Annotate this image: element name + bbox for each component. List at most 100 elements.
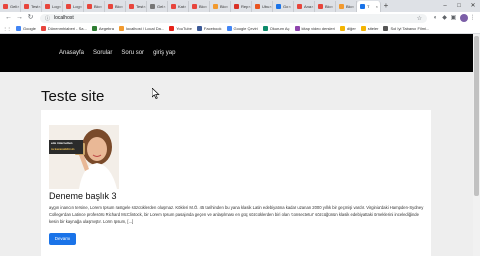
close-tab-icon[interactable]: × [38, 4, 40, 9]
nav-link-login[interactable]: giriş yap [153, 50, 175, 56]
close-tab-icon[interactable]: × [80, 4, 82, 9]
browser-tab[interactable]: Blo × [315, 1, 336, 12]
browser-tab[interactable]: Go × [273, 1, 294, 12]
read-more-button[interactable]: Devamı [49, 233, 76, 245]
apps-icon[interactable]: ⋮⋮ [3, 26, 11, 31]
extension-icon[interactable]: ◐ [431, 14, 440, 23]
tab-label: Log [73, 4, 80, 9]
menu-icon[interactable]: ⋮ [468, 14, 477, 23]
browser-tab[interactable]: Log × [63, 1, 84, 12]
nav-link-questions[interactable]: Sorular [93, 50, 112, 56]
browser-tab[interactable]: Blo × [210, 1, 231, 12]
browser-tab[interactable]: Blo × [84, 1, 105, 12]
close-tab-icon[interactable]: × [59, 4, 61, 9]
bookmark-item[interactable]: YouTube [169, 26, 192, 31]
close-tab-icon[interactable]: × [226, 4, 228, 9]
extension-icon[interactable]: ▣ [449, 14, 458, 23]
favicon-icon [297, 4, 302, 9]
favicon-icon [66, 4, 71, 9]
browser-tab[interactable]: Log × [42, 1, 63, 12]
favicon-icon [171, 4, 176, 9]
avatar[interactable] [460, 14, 468, 22]
tab-label: T [367, 4, 370, 9]
tab-label: Ana [304, 4, 312, 9]
browser-tab[interactable]: Gel × [147, 1, 168, 12]
bookmark-label: localhost / Local Da... [125, 26, 165, 31]
bookmark-item[interactable]: Dünenmhiaberi - Sa... [40, 26, 87, 31]
browser-tab[interactable]: Blo × [105, 1, 126, 12]
star-icon[interactable]: ☆ [417, 15, 422, 22]
browser-tab[interactable]: Kat × [168, 1, 189, 12]
bookmark-item[interactable]: Aegebra [91, 26, 114, 31]
favicon-icon [118, 26, 124, 31]
close-window-button[interactable]: ✕ [466, 0, 480, 12]
tab-label: Go [283, 4, 289, 9]
page-scrollbar[interactable] [473, 34, 480, 256]
forward-icon[interactable]: → [14, 13, 25, 23]
bookmark-label: Dünenmhiaberi - Sa... [47, 26, 87, 31]
favicon-icon [45, 4, 50, 9]
nav-link-home[interactable]: Anasayfa [59, 50, 84, 56]
bookmark-label: Sol Iyi Tabancı Filmi... [390, 26, 430, 31]
close-tab-icon[interactable]: × [143, 4, 145, 9]
close-tab-icon[interactable]: × [289, 4, 291, 9]
close-tab-icon[interactable]: × [17, 4, 19, 9]
bookmark-item[interactable]: Sol Iyi Tabancı Filmi... [383, 26, 429, 31]
close-tab-icon[interactable]: × [269, 4, 271, 9]
browser-tab[interactable]: Test × [21, 1, 42, 12]
bookmark-label: diğer [346, 26, 356, 31]
close-tab-icon[interactable]: × [100, 4, 102, 9]
post-title[interactable]: Deneme başlık 3 [49, 191, 117, 201]
close-tab-icon[interactable]: × [205, 4, 207, 9]
close-tab-icon[interactable]: × [163, 4, 165, 9]
new-tab-button[interactable]: + [381, 1, 391, 12]
close-tab-icon[interactable]: × [311, 4, 313, 9]
browser-toolbar: ← → ↻ ⓘ localhost ☆ ◐ ◆ ▣ ⋮ [0, 12, 480, 24]
browser-tab[interactable]: Blo × [189, 1, 210, 12]
minimize-button[interactable]: – [438, 0, 452, 12]
back-icon[interactable]: ← [3, 13, 14, 23]
bookmark-item[interactable]: kitap video dersleri [294, 26, 335, 31]
bookmark-item[interactable]: localhost / Local Da... [118, 26, 165, 31]
bookmark-item[interactable]: Facebook [196, 26, 222, 31]
page-title: Teste site [41, 88, 105, 105]
favicon-icon [262, 26, 268, 31]
favicon-icon [294, 26, 300, 31]
nav-link-ask[interactable]: Soru sor [121, 50, 144, 56]
address-bar[interactable]: ⓘ localhost ☆ [40, 13, 427, 23]
favicon-icon [40, 26, 46, 31]
mouse-cursor-icon [152, 88, 160, 99]
bookmark-label: Okurum Aç [269, 26, 290, 31]
browser-tab[interactable]: Geli × [0, 1, 21, 12]
bookmark-item[interactable]: Okurum Aç [262, 26, 290, 31]
reload-icon[interactable]: ↻ [25, 13, 36, 23]
bookmarks-bar: ⋮⋮ Google Dünenmhiaberi - Sa... Aegebra loca… [0, 24, 480, 34]
bookmark-item[interactable]: diğer [339, 26, 356, 31]
browser-tab[interactable]: Ana × [294, 1, 315, 12]
bookmark-item[interactable]: Google Çeviri [226, 26, 258, 31]
browser-tab[interactable]: T × [357, 1, 381, 12]
favicon-icon [234, 4, 239, 9]
browser-tab[interactable]: Blo × [336, 1, 357, 12]
scrollbar-thumb[interactable] [474, 36, 479, 196]
close-tab-icon[interactable]: × [121, 4, 123, 9]
close-tab-icon[interactable]: × [352, 4, 354, 9]
favicon-icon [24, 4, 29, 9]
maximize-button[interactable]: □ [452, 0, 466, 12]
favicon-icon [276, 4, 281, 9]
close-tab-icon[interactable]: × [376, 4, 378, 9]
favicon-icon [150, 4, 155, 9]
favicon-icon [255, 4, 260, 9]
bookmark-item[interactable]: siteler [360, 26, 378, 31]
browser-tab[interactable]: Rep × [231, 1, 252, 12]
site-navbar: Anasayfa Sorular Soru sor giriş yap [0, 34, 480, 72]
browser-tab[interactable]: Ubu × [252, 1, 273, 12]
close-tab-icon[interactable]: × [331, 4, 333, 9]
extension-icon[interactable]: ◆ [440, 14, 449, 23]
close-tab-icon[interactable]: × [248, 4, 250, 9]
bookmark-item[interactable]: Google [16, 26, 36, 31]
tab-label: Test [31, 4, 39, 9]
browser-tab[interactable]: Test × [126, 1, 147, 12]
info-icon[interactable]: ⓘ [45, 15, 50, 22]
close-tab-icon[interactable]: × [184, 4, 186, 9]
